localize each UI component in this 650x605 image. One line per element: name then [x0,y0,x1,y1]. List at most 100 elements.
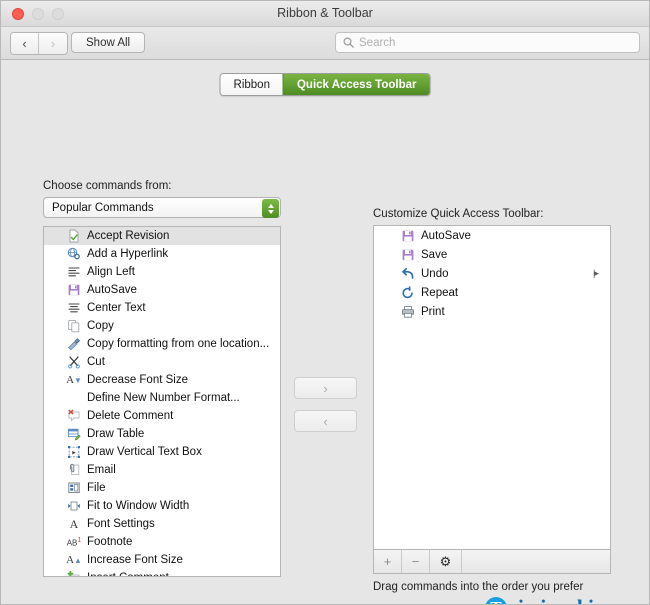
content-area: Ribbon Quick Access Toolbar Choose comma… [1,60,649,604]
watermark: T aimienphi .vn [485,595,594,604]
list-item-label: Delete Comment [87,410,174,422]
list-item[interactable]: Print [374,302,610,321]
quick-access-toolbar-list[interactable]: AutoSave Save Undo Repeat Print [373,225,611,550]
list-item-label: Copy formatting from one location... [87,338,270,350]
list-item-label: Increase Font Size [87,554,183,566]
list-item-label: Insert Comment [87,572,169,576]
list-item-label: Decrease Font Size [87,374,188,386]
list-item-label: Fit to Window Width [87,500,190,512]
svg-text:▸: ▸ [72,449,76,456]
list-item[interactable]: A▼ Decrease Font Size [44,371,280,389]
list-item[interactable]: Accept Revision [44,227,280,245]
format-painter-icon [66,337,82,352]
preferences-window: Ribbon & Toolbar ‹ › Show All Search Rib… [0,0,650,605]
list-item[interactable]: Repeat [374,283,610,302]
remove-item-button[interactable]: − [402,550,430,573]
list-item-label: Footnote [87,536,133,548]
list-item[interactable]: Undo [374,264,610,283]
list-footer-toolbar: + − ⚙ [373,550,611,574]
vertical-text-box-icon: ▸ [66,445,82,460]
increase-font-icon: A▲ [66,553,82,566]
hyperlink-icon [66,247,82,262]
list-item[interactable]: Cut [44,353,280,371]
font-settings-icon: A [69,517,79,531]
list-item[interactable]: Align Left [44,263,280,281]
list-item-label: Font Settings [87,518,155,530]
toolbar: ‹ › Show All Search [1,27,649,60]
list-item[interactable]: Fit to Window Width [44,497,280,515]
show-all-button[interactable]: Show All [71,32,146,53]
chevron-updown-icon[interactable] [262,199,279,218]
tab-quick-access-toolbar[interactable]: Quick Access Toolbar [282,74,430,95]
draw-table-icon [66,427,82,442]
accept-revision-icon [66,229,82,244]
back-arrow-icon[interactable]: ‹ [11,33,39,54]
decrease-font-icon: A▼ [66,373,82,386]
add-command-button[interactable]: › [294,377,357,399]
gear-icon[interactable]: ⚙ [430,550,462,573]
list-item-label: Define New Number Format... [87,392,240,404]
search-icon [343,37,354,48]
list-item-label: Undo [421,267,449,280]
list-item-label: Draw Table [87,428,145,440]
forward-arrow-icon[interactable]: › [39,33,67,54]
window-title: Ribbon & Toolbar [277,6,373,20]
list-item-label: AutoSave [87,284,137,296]
fit-width-icon [66,499,82,514]
floppy-disk-icon [66,283,82,298]
choose-commands-value: Popular Commands [52,201,154,214]
customize-toolbar-label: Customize Quick Access Toolbar: [373,208,544,220]
list-item[interactable]: Insert Comment [44,569,280,576]
list-item-label: File [87,482,106,494]
list-item[interactable]: AutoSave [44,281,280,299]
list-item[interactable]: A▲ Increase Font Size [44,551,280,569]
repeat-icon [400,285,416,300]
none [66,391,82,406]
title-bar: Ribbon & Toolbar [1,1,649,27]
remove-command-button[interactable]: ‹ [294,410,357,432]
list-item[interactable]: AB1 Footnote [44,533,280,551]
list-item[interactable]: AutoSave [374,226,610,245]
delete-comment-icon [66,409,82,424]
align-center-icon [66,301,82,316]
search-field[interactable]: Search [335,32,640,53]
scissors-icon [66,355,82,370]
list-item[interactable]: A Font Settings [44,515,280,533]
footnote-icon: AB1 [66,536,82,548]
list-item-label: Add a Hyperlink [87,248,169,260]
drag-handle-icon[interactable]: |▸ [593,268,599,279]
copy-icon [66,319,82,334]
list-item[interactable]: Copy formatting from one location... [44,335,280,353]
available-commands-list[interactable]: Accept Revision Add a Hyperlink Align Left… [43,226,281,577]
list-item[interactable]: Draw Table [44,425,280,443]
list-item[interactable]: Delete Comment [44,407,280,425]
file-icon [66,481,82,496]
undo-icon [400,266,416,281]
tab-ribbon[interactable]: Ribbon [220,74,283,95]
list-item-label: Align Left [87,266,135,278]
list-item-label: Print [421,305,445,318]
watermark-logo-icon: T [485,596,507,604]
floppy-disk-icon [400,247,416,262]
add-item-button[interactable]: + [374,550,402,573]
list-item[interactable]: Add a Hyperlink [44,245,280,263]
printer-icon [400,304,416,319]
tab-segmented-control: Ribbon Quick Access Toolbar [219,73,431,96]
list-item[interactable]: ▸ Draw Vertical Text Box [44,443,280,461]
navigation-group: ‹ › [10,32,68,55]
choose-commands-select[interactable]: Popular Commands [43,197,281,218]
list-item[interactable]: Copy [44,317,280,335]
insert-comment-icon [66,571,82,576]
list-item[interactable]: Email [44,461,280,479]
list-item[interactable]: Center Text [44,299,280,317]
list-item[interactable]: Save [374,245,610,264]
list-item-label: Copy [87,320,114,332]
list-item[interactable]: File [44,479,280,497]
list-item[interactable]: Define New Number Format... [44,389,280,407]
choose-commands-label: Choose commands from: [43,180,172,192]
floppy-disk-icon [400,228,416,243]
list-item-label: Center Text [87,302,146,314]
list-item-label: Email [87,464,116,476]
drag-hint-text: Drag commands into the order you prefer [373,581,584,593]
list-item-label: Draw Vertical Text Box [87,446,202,458]
